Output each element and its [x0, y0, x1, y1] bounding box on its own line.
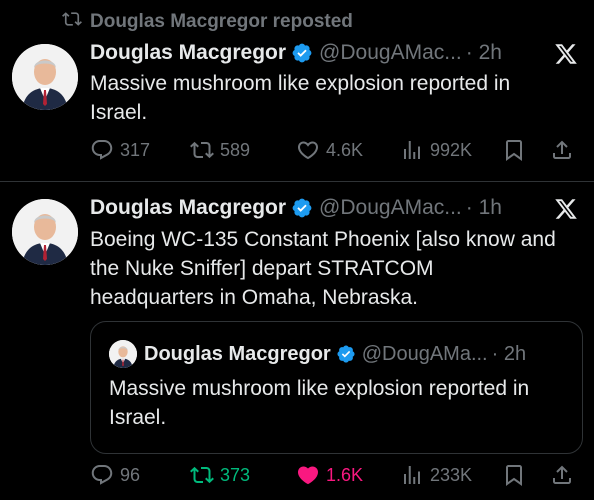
like-icon	[297, 466, 319, 485]
like-icon	[297, 141, 319, 160]
share-icon	[553, 140, 571, 159]
tweet[interactable]: Douglas Macgregor @DougAMac... · 2h Mass…	[0, 36, 594, 182]
views-button[interactable]: 992K	[400, 138, 472, 162]
author-handle[interactable]: @DougAMac...	[319, 41, 462, 65]
views-icon	[404, 141, 420, 159]
bookmark-button[interactable]	[502, 138, 526, 162]
repost-icon	[190, 141, 214, 159]
share-icon	[553, 465, 571, 484]
repost-indicator[interactable]: Douglas Macgregor reposted	[62, 10, 353, 34]
quoted-header: Douglas Macgregor @DougAMa... · 2h	[144, 339, 526, 369]
verified-badge-icon[interactable]	[291, 42, 313, 64]
x-logo-icon	[554, 42, 578, 66]
repost-icon	[190, 466, 214, 484]
quoted-text-line: Israel.	[109, 406, 167, 429]
bookmark-icon	[506, 465, 522, 486]
like-button[interactable]: 1.6K	[296, 463, 363, 487]
repost-count: 589	[220, 139, 251, 160]
author-name[interactable]: Douglas Macgregor	[90, 196, 286, 220]
action-bar: 317 589 4.6K 992K	[90, 135, 578, 165]
quoted-avatar[interactable]	[109, 340, 137, 368]
share-button[interactable]	[550, 138, 574, 162]
reply-count: 96	[120, 464, 141, 485]
like-count: 1.6K	[326, 464, 364, 485]
reply-button[interactable]: 317	[90, 138, 150, 162]
repost-button[interactable]: 373	[190, 463, 250, 487]
tweet-header: Douglas Macgregor @DougAMac... · 2h	[90, 38, 502, 68]
bookmark-button[interactable]	[502, 463, 526, 487]
tweet-text-line: Israel.	[90, 101, 148, 124]
like-count: 4.6K	[326, 139, 364, 160]
quoted-text: Massive mushroom like explosion reported…	[109, 374, 568, 432]
action-bar: 96 373 1.6K 233K	[90, 460, 578, 490]
views-count: 233K	[430, 464, 473, 485]
views-button[interactable]: 233K	[400, 463, 472, 487]
avatar[interactable]	[12, 44, 78, 110]
author-handle[interactable]: @DougAMac...	[319, 196, 462, 220]
like-button[interactable]: 4.6K	[296, 138, 363, 162]
timestamp[interactable]: · 2h	[466, 41, 502, 65]
views-count: 992K	[430, 139, 473, 160]
tweet-divider	[0, 181, 594, 182]
reply-count: 317	[120, 139, 151, 160]
tweet[interactable]: Douglas Macgregor @DougAMac... · 1h Boei…	[0, 183, 594, 500]
author-name[interactable]: Douglas Macgregor	[90, 41, 286, 65]
quoted-timestamp: · 2h	[491, 342, 527, 365]
repost-icon	[62, 9, 82, 35]
tweet-text-line: headquarters in Omaha, Nebraska.	[90, 286, 419, 309]
verified-badge-icon	[336, 344, 356, 364]
views-icon	[404, 466, 420, 484]
tweet-text: Massive mushroom like explosion reported…	[90, 69, 582, 127]
reply-icon	[91, 465, 113, 485]
verified-badge-icon[interactable]	[291, 197, 313, 219]
repost-button[interactable]: 589	[190, 138, 250, 162]
tweet-text-line: Massive mushroom like explosion reported…	[90, 72, 511, 95]
quoted-tweet[interactable]: Douglas Macgregor @DougAMa... · 2h Massi…	[90, 321, 583, 454]
tweet-header: Douglas Macgregor @DougAMac... · 1h	[90, 193, 502, 223]
share-button[interactable]	[550, 463, 574, 487]
repost-count: 373	[220, 464, 251, 485]
quoted-text-line: Massive mushroom like explosion reported…	[109, 377, 530, 400]
reply-button[interactable]: 96	[90, 463, 140, 487]
bookmark-icon	[506, 140, 522, 161]
quoted-author-handle: @DougAMa...	[361, 342, 488, 365]
timestamp[interactable]: · 1h	[466, 196, 502, 220]
quoted-author-name: Douglas Macgregor	[144, 342, 331, 365]
x-logo-icon	[554, 197, 578, 221]
reply-icon	[91, 140, 113, 160]
avatar[interactable]	[12, 199, 78, 265]
tweet-text-line: the Nuke Sniffer] depart STRATCOM	[90, 257, 434, 280]
tweet-text-line: Boeing WC-135 Constant Phoenix [also kno…	[90, 228, 556, 251]
repost-label: Douglas Macgregor reposted	[90, 11, 353, 32]
tweet-text: Boeing WC-135 Constant Phoenix [also kno…	[90, 225, 582, 312]
